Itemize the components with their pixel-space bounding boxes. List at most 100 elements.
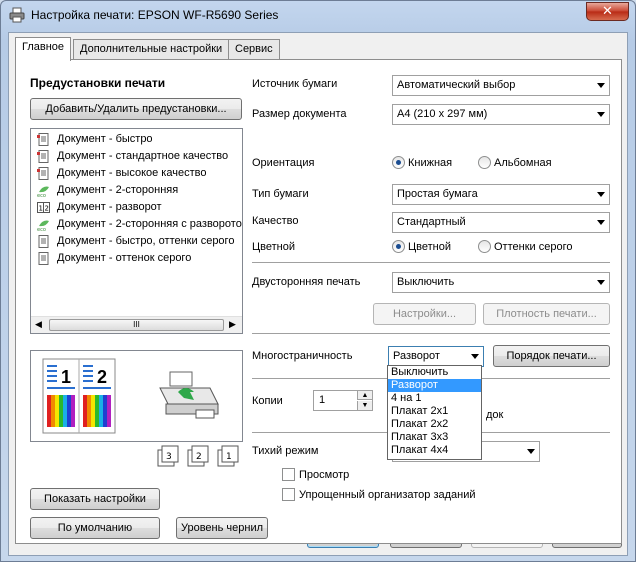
orientation-portrait-radio[interactable] bbox=[392, 156, 405, 169]
multipage-option[interactable]: Плакат 2x2 bbox=[388, 418, 481, 431]
print-density-button[interactable]: Плотность печати... bbox=[483, 303, 610, 325]
grayscale-radio-label[interactable]: Оттенки серого bbox=[494, 241, 572, 253]
multipage-dropdown-list[interactable]: Выключить Разворот 4 на 1 Плакат 2x1 Пла… bbox=[387, 365, 482, 460]
multipage-option-selected[interactable]: Разворот bbox=[388, 379, 481, 392]
multipage-value: Разворот bbox=[393, 350, 440, 362]
document-icon bbox=[37, 150, 49, 163]
stack-label: 3 bbox=[166, 452, 172, 462]
scroll-thumb[interactable]: III bbox=[49, 319, 224, 331]
show-settings-button[interactable]: Показать настройки bbox=[30, 488, 160, 510]
chevron-down-icon bbox=[597, 192, 605, 197]
document-size-value: A4 (210 x 297 мм) bbox=[397, 108, 488, 120]
chevron-down-icon bbox=[471, 354, 479, 359]
chevron-down-icon bbox=[597, 112, 605, 117]
preview-page-2-number: 2 bbox=[97, 367, 107, 387]
multipage-label: Многостраничность bbox=[252, 350, 353, 362]
copies-down-icon[interactable]: ▼ bbox=[357, 401, 372, 410]
preview-page-1-number: 1 bbox=[61, 367, 71, 387]
preset-item-label: Документ - оттенок серого bbox=[57, 252, 192, 264]
job-arranger-checkbox[interactable] bbox=[282, 488, 295, 501]
divider bbox=[252, 262, 610, 263]
partial-hidden-label: док bbox=[486, 409, 504, 421]
multipage-option[interactable]: 4 на 1 bbox=[388, 392, 481, 405]
ink-levels-button[interactable]: Уровень чернил bbox=[176, 517, 268, 539]
copies-value: 1 bbox=[319, 394, 326, 406]
paper-type-label: Тип бумаги bbox=[252, 188, 309, 200]
page-stack-icons: 3 2 1 bbox=[157, 445, 239, 467]
color-radio-label[interactable]: Цветной bbox=[408, 241, 451, 253]
dialog-client-area: Главное Дополнительные настройки Сервис … bbox=[8, 32, 628, 556]
presets-horizontal-scrollbar[interactable]: ◀ III ▶ bbox=[31, 316, 242, 333]
document-icon bbox=[37, 133, 49, 146]
color-radio[interactable] bbox=[392, 240, 405, 253]
tab-advanced[interactable]: Дополнительные настройки bbox=[73, 39, 230, 60]
quality-label: Качество bbox=[252, 215, 299, 227]
orientation-portrait-label[interactable]: Книжная bbox=[408, 157, 452, 169]
multipage-option[interactable]: Плакат 3x3 bbox=[388, 431, 481, 444]
multipage-option[interactable]: Выключить bbox=[388, 366, 481, 379]
document-icon bbox=[38, 235, 49, 248]
quiet-mode-label: Тихий режим bbox=[252, 445, 319, 457]
preview-checkbox[interactable] bbox=[282, 468, 295, 481]
preset-item-label: Документ - 2-сторонняя с разворотом bbox=[57, 218, 243, 230]
chevron-down-icon bbox=[597, 220, 605, 225]
orientation-label: Ориентация bbox=[252, 157, 315, 169]
orientation-landscape-label[interactable]: Альбомная bbox=[494, 157, 552, 169]
title-bar[interactable]: Настройка печати: EPSON WF-R5690 Series … bbox=[1, 1, 635, 29]
preset-item-label: Документ - стандартное качество bbox=[57, 150, 229, 162]
grayscale-radio[interactable] bbox=[478, 240, 491, 253]
printer-icon bbox=[9, 7, 25, 23]
chevron-down-icon bbox=[527, 449, 535, 454]
defaults-button[interactable]: По умолчанию bbox=[30, 517, 160, 539]
preset-item-label: Документ - быстро, оттенки серого bbox=[57, 235, 235, 247]
tab-service[interactable]: Сервис bbox=[228, 39, 280, 60]
multipage-option[interactable]: Плакат 4x4 bbox=[388, 444, 481, 457]
presets-heading: Предустановки печати bbox=[30, 76, 166, 90]
quality-value: Стандартный bbox=[397, 216, 466, 228]
close-button[interactable]: ✕ bbox=[586, 2, 629, 21]
close-icon: ✕ bbox=[602, 3, 613, 18]
duplex-label: Двусторонняя печать bbox=[252, 276, 361, 288]
tab-main[interactable]: Главное bbox=[15, 37, 72, 61]
multipage-option[interactable]: Плакат 2x1 bbox=[388, 405, 481, 418]
job-arranger-checkbox-label[interactable]: Упрощенный организатор заданий bbox=[299, 489, 476, 501]
copies-up-icon[interactable]: ▲ bbox=[357, 391, 372, 400]
preview-checkbox-label[interactable]: Просмотр bbox=[299, 469, 349, 481]
presets-list[interactable]: Документ - быстро Документ - стандартное… bbox=[30, 128, 243, 334]
svg-text:1: 1 bbox=[39, 205, 43, 213]
add-remove-presets-button[interactable]: Добавить/Удалить предустановки... bbox=[30, 98, 242, 120]
preset-item-label: Документ - разворот bbox=[57, 201, 162, 213]
preset-item-label: Документ - 2-сторонняя bbox=[57, 184, 179, 196]
page-order-button[interactable]: Порядок печати... bbox=[493, 345, 610, 367]
tab-service-label: Сервис bbox=[235, 43, 273, 55]
copies-label: Копии bbox=[252, 395, 283, 407]
tab-main-label: Главное bbox=[22, 41, 65, 53]
preset-item-label: Документ - быстро bbox=[57, 133, 153, 145]
quality-select[interactable]: Стандартный bbox=[392, 212, 610, 233]
svg-text:eco: eco bbox=[37, 227, 46, 231]
scroll-left-icon[interactable]: ◀ bbox=[35, 319, 42, 330]
stack-label: 1 bbox=[226, 452, 232, 462]
color-label: Цветной bbox=[252, 241, 295, 253]
multipage-select[interactable]: Разворот bbox=[388, 346, 484, 367]
scroll-right-icon[interactable]: ▶ bbox=[229, 319, 236, 330]
svg-text:eco: eco bbox=[37, 193, 46, 197]
duplex-settings-button[interactable]: Настройки... bbox=[373, 303, 476, 325]
paper-source-select[interactable]: Автоматический выбор bbox=[392, 75, 610, 96]
copies-stepper[interactable]: 1 ▲ ▼ bbox=[313, 390, 373, 411]
tab-panel-main: Предустановки печати Добавить/Удалить пр… bbox=[15, 59, 622, 544]
divider bbox=[252, 333, 610, 334]
two-up-icon: 12 bbox=[37, 202, 50, 213]
document-size-select[interactable]: A4 (210 x 297 мм) bbox=[392, 104, 610, 125]
paper-source-label: Источник бумаги bbox=[252, 78, 338, 90]
document-size-label: Размер документа bbox=[252, 108, 347, 120]
paper-type-select[interactable]: Простая бумага bbox=[392, 184, 610, 205]
duplex-select[interactable]: Выключить bbox=[392, 272, 610, 293]
scroll-grip-icon: III bbox=[133, 320, 140, 329]
paper-source-value: Автоматический выбор bbox=[397, 79, 516, 91]
stack-label: 2 bbox=[196, 452, 202, 462]
preset-item-label: Документ - высокое качество bbox=[57, 167, 207, 179]
chevron-down-icon bbox=[597, 280, 605, 285]
document-icon bbox=[37, 167, 49, 180]
orientation-landscape-radio[interactable] bbox=[478, 156, 491, 169]
